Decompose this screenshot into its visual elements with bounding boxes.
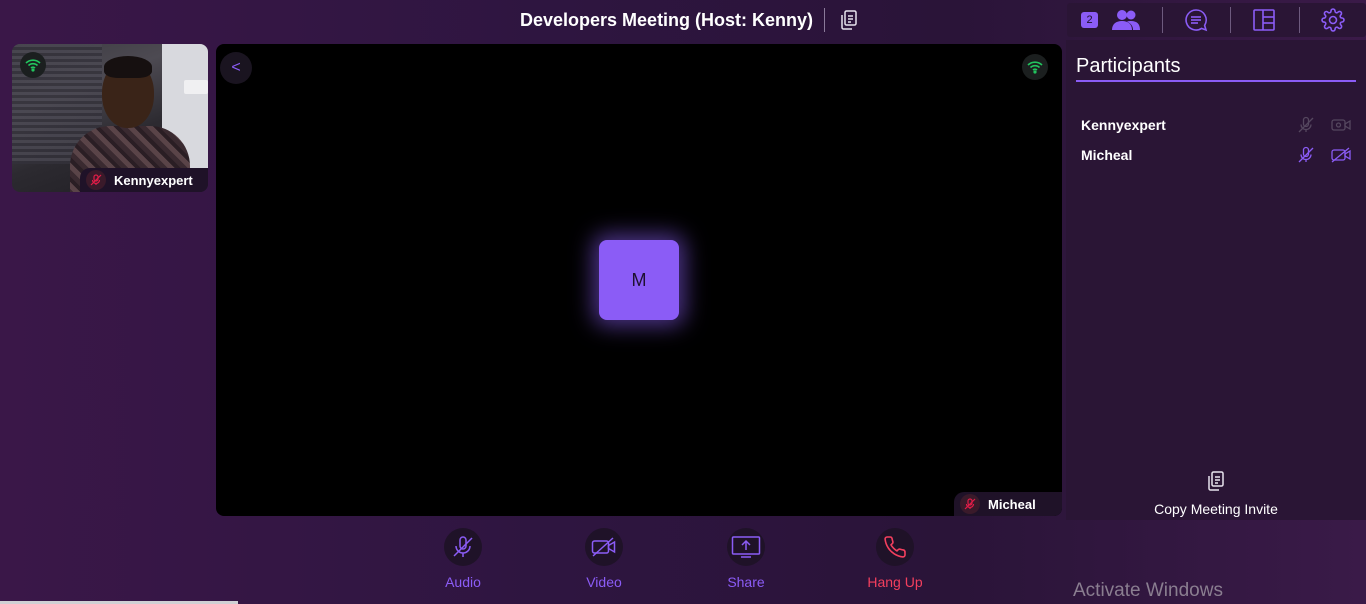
video-label: Video <box>586 574 622 590</box>
self-video-tile[interactable]: Kennyexpert <box>12 44 208 192</box>
audio-label: Audio <box>445 574 481 590</box>
self-name: Kennyexpert <box>114 172 193 188</box>
collapse-back-button[interactable]: < <box>220 52 252 84</box>
share-button[interactable]: Share <box>706 528 786 590</box>
copy-icon[interactable] <box>839 9 859 31</box>
layout-icon[interactable] <box>1252 8 1276 32</box>
main-participant-name: Micheal <box>988 496 1036 512</box>
participant-row: Micheal <box>1081 145 1351 165</box>
meeting-title: Developers Meeting (Host: Kenny) <box>520 9 814 30</box>
participant-row: Kennyexpert <box>1081 115 1351 135</box>
self-name-tag: Kennyexpert <box>80 168 208 192</box>
phone-icon <box>876 528 914 566</box>
title-divider <box>824 8 826 32</box>
screen-share-icon <box>727 528 765 566</box>
signal-strength-icon <box>1022 54 1048 80</box>
participants-panel: Participants Kennyexpert Micheal Copy Me… <box>1066 40 1366 520</box>
copy-meeting-invite-button[interactable]: Copy Meeting Invite <box>1066 470 1366 517</box>
controls-divider <box>1230 7 1231 33</box>
windows-activation-watermark: Activate Windows <box>1073 580 1223 601</box>
muted-mic-icon <box>960 494 980 514</box>
top-bar: Developers Meeting (Host: Kenny) 2 <box>0 0 1366 40</box>
mic-off-icon <box>444 528 482 566</box>
video-off-icon <box>585 528 623 566</box>
participants-icon[interactable] <box>1111 8 1141 32</box>
audio-button[interactable]: Audio <box>423 528 503 590</box>
share-label: Share <box>727 574 765 590</box>
main-name-tag: Micheal <box>954 492 1062 516</box>
top-controls: 2 <box>1067 3 1366 37</box>
panel-title: Participants <box>1076 55 1181 77</box>
signal-strength-icon <box>20 52 46 78</box>
mic-off-icon <box>1296 116 1316 134</box>
participant-name: Kennyexpert <box>1081 117 1166 133</box>
controls-divider <box>1162 7 1163 33</box>
chat-icon[interactable] <box>1184 8 1208 32</box>
muted-mic-icon <box>86 170 106 190</box>
meeting-title-group: Developers Meeting (Host: Kenny) <box>520 8 859 32</box>
video-button[interactable]: Video <box>564 528 644 590</box>
video-off-icon <box>1331 146 1351 164</box>
hang-up-button[interactable]: Hang Up <box>855 528 935 590</box>
copy-invite-label: Copy Meeting Invite <box>1154 501 1278 517</box>
video-person <box>104 56 152 78</box>
video-background <box>184 80 208 94</box>
video-off-icon <box>1331 116 1351 134</box>
participant-avatar: M <box>599 240 679 320</box>
participant-count-badge: 2 <box>1081 12 1098 28</box>
main-video-stage[interactable]: < M Micheal <box>216 44 1062 516</box>
panel-title-underline <box>1076 80 1356 82</box>
settings-gear-icon[interactable] <box>1321 8 1345 32</box>
mic-off-icon <box>1296 146 1316 164</box>
participant-name: Micheal <box>1081 147 1133 163</box>
controls-divider <box>1299 7 1300 33</box>
hang-up-label: Hang Up <box>867 574 923 590</box>
copy-icon <box>1206 471 1226 496</box>
